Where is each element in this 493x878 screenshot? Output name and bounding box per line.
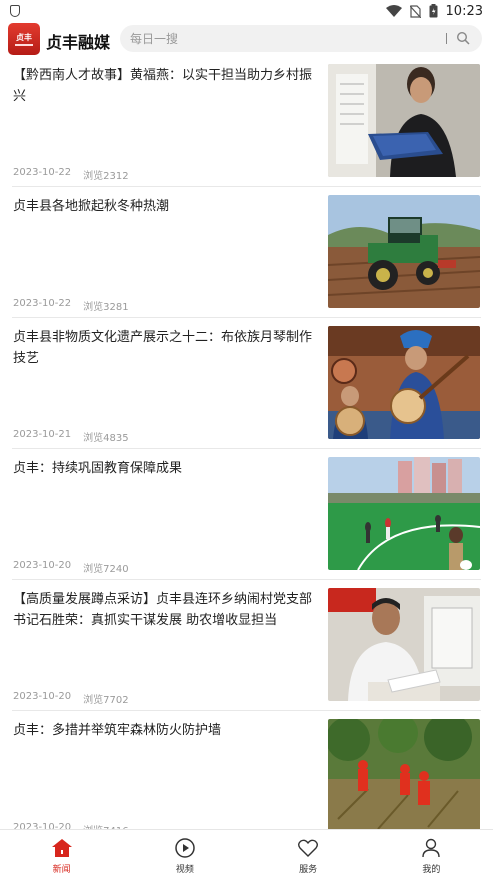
tab-label: 我的 (422, 865, 441, 875)
news-title[interactable]: 贞丰县非物质文化遗产展示之十二：布依族月琴制作技艺 (13, 327, 319, 369)
news-meta: 2023-10-20 浏览7702 (13, 691, 129, 706)
news-title[interactable]: 【高质量发展蹲点采访】贞丰县连环乡纳闹村党支部书记石胜荣：真抓实干谋发展 助农增… (13, 589, 319, 631)
tab-label: 视频 (175, 865, 194, 875)
tab-label: 新闻 (52, 865, 71, 875)
news-title[interactable]: 贞丰：持续巩固教育保障成果 (13, 458, 319, 479)
tab-profile[interactable]: 我的 (370, 830, 493, 878)
news-item[interactable]: 贞丰：持续巩固教育保障成果 2023-10-20 浏览7240 (0, 449, 493, 580)
news-item[interactable]: 贞丰县各地掀起秋冬种热潮 2023-10-22 浏览3281 (0, 187, 493, 318)
person-icon (422, 838, 441, 858)
moon-guitar-players-image (328, 326, 480, 439)
home-icon (51, 839, 72, 857)
news-date: 2023-10-20 (13, 560, 72, 571)
news-views: 浏览4835 (83, 433, 129, 444)
logo-text: 贞丰 (16, 32, 32, 42)
bottom-nav: 新闻 视频 服务 我的 (0, 829, 493, 878)
news-date: 2023-10-22 (13, 298, 72, 309)
news-date: 2023-10-22 (13, 167, 72, 178)
news-thumbnail[interactable] (328, 457, 480, 570)
app-logo[interactable]: 贞丰 (8, 23, 40, 55)
news-date: 2023-10-20 (13, 691, 72, 702)
school-sports-field-image (328, 457, 480, 570)
play-icon (175, 838, 195, 858)
status-time: 10:23 (445, 3, 483, 19)
news-thumbnail[interactable] (328, 195, 480, 308)
search-icon[interactable] (456, 31, 470, 45)
man-at-desk-image (328, 588, 480, 701)
app-name: 贞丰融媒 (46, 33, 111, 52)
news-item[interactable]: 【高质量发展蹲点采访】贞丰县连环乡纳闹村党支部书记石胜荣：真抓实干谋发展 助农增… (0, 580, 493, 711)
news-meta: 2023-10-20 浏览7240 (13, 560, 129, 575)
status-bar: 10:23 (0, 0, 493, 22)
shield-icon (10, 5, 20, 17)
battery-icon (429, 4, 438, 18)
no-sim-icon (409, 4, 421, 18)
wifi-icon (385, 5, 402, 17)
heart-icon (298, 839, 319, 857)
logo-underline (15, 43, 33, 46)
news-title[interactable]: 【黔西南人才故事】黄福燕：以实干担当助力乡村振兴 (13, 65, 319, 107)
news-item[interactable]: 贞丰县非物质文化遗产展示之十二：布依族月琴制作技艺 2023-10-21 浏览4… (0, 318, 493, 449)
search-bar[interactable] (120, 25, 482, 52)
news-meta: 2023-10-22 浏览3281 (13, 298, 129, 313)
tab-label: 服务 (299, 865, 318, 875)
news-thumbnail[interactable] (328, 719, 480, 832)
news-date: 2023-10-21 (13, 429, 72, 440)
search-divider (446, 33, 447, 44)
search-input[interactable] (130, 25, 430, 52)
tab-news[interactable]: 新闻 (0, 830, 123, 878)
news-thumbnail[interactable] (328, 326, 480, 439)
app-header: 贞丰 贞丰融媒 (0, 22, 493, 56)
news-item[interactable]: 贞丰：多措并举筑牢森林防火防护墙 2023-10-20 浏览7416 (0, 711, 493, 842)
tab-video[interactable]: 视频 (123, 830, 246, 878)
tab-service[interactable]: 服务 (247, 830, 370, 878)
news-views: 浏览3281 (83, 302, 129, 313)
news-views: 浏览2312 (83, 171, 129, 182)
news-thumbnail[interactable] (328, 588, 480, 701)
woman-with-document-image (328, 64, 480, 177)
news-item[interactable]: 【黔西南人才故事】黄福燕：以实干担当助力乡村振兴 2023-10-22 浏览23… (0, 56, 493, 187)
news-title[interactable]: 贞丰县各地掀起秋冬种热潮 (13, 196, 319, 217)
news-meta: 2023-10-22 浏览2312 (13, 167, 129, 182)
news-thumbnail[interactable] (328, 64, 480, 177)
firefighters-in-forest-image (328, 719, 480, 832)
news-meta: 2023-10-21 浏览4835 (13, 429, 129, 444)
news-title[interactable]: 贞丰：多措并举筑牢森林防火防护墙 (13, 720, 319, 741)
tractor-in-field-image (328, 195, 480, 308)
news-views: 浏览7240 (83, 564, 129, 575)
news-views: 浏览7702 (83, 695, 129, 706)
